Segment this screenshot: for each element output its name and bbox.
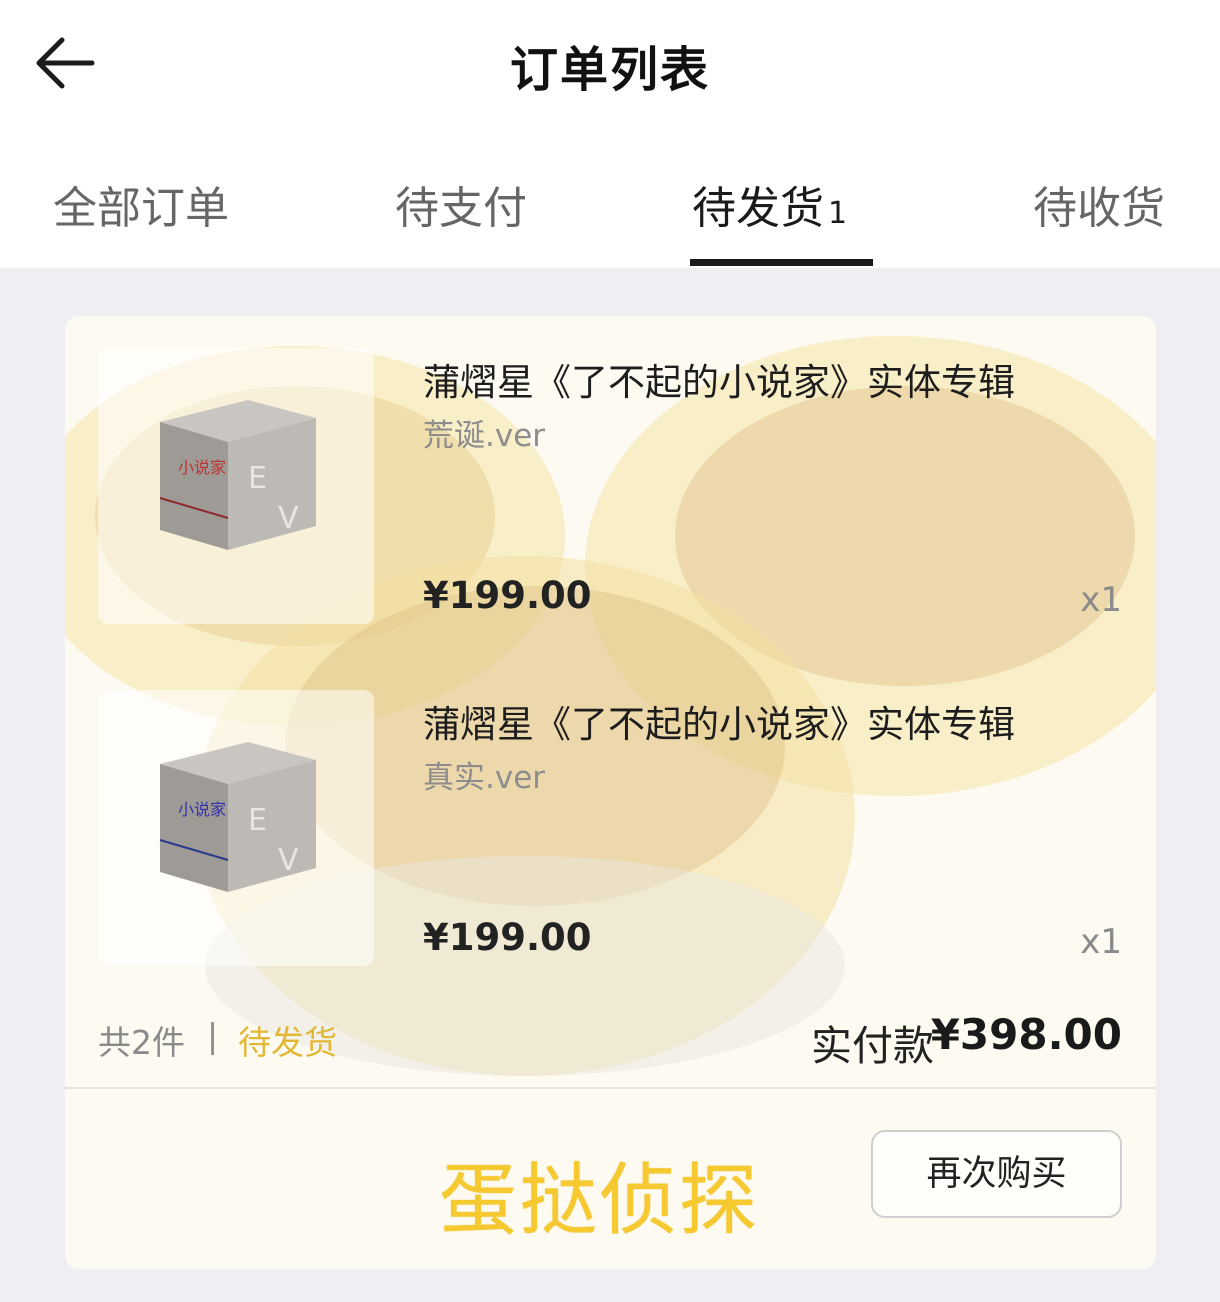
total-label: 实付款 [811,1022,934,1070]
product-variant: 荒诞.ver [423,418,546,454]
order-summary: 共2件 | 待发货 实付款 ¥398.00 [65,1010,1156,1086]
product-name: 蒲熠星《了不起的小说家》实体专辑 [423,361,1015,404]
order-card[interactable]: E V 小说家 蒲熠星《了不起的小说家》实体专辑 荒诞.ver ¥199.00 … [65,316,1156,1269]
card-divider [65,1087,1156,1089]
tab-label: 全部订单 [53,183,229,234]
summary-separator: | [207,1016,219,1055]
active-tab-indicator [690,259,873,266]
tab-label: 待发货 [692,183,824,234]
tab-pending-payment[interactable]: 待支付 [395,172,527,236]
product-price: ¥199.00 [423,574,592,617]
tab-count-badge: 1 [828,196,848,231]
total-amount: ¥398.00 [930,1010,1122,1059]
page-title: 订单列表 [509,42,710,98]
tab-pending-receipt[interactable]: 待收货 [1033,172,1165,236]
svg-text:E: E [248,803,267,838]
album-thumbnail: E V 小说家 [98,690,374,966]
product-price: ¥199.00 [423,916,592,959]
tab-label: 待收货 [1033,183,1165,234]
order-status: 待发货 [238,1023,337,1062]
product-quantity: x1 [1080,580,1122,620]
brand-watermark-text: 蛋挞侦探 [439,1156,760,1246]
tab-label: 待支付 [395,183,527,234]
order-item[interactable]: E V 小说家 蒲熠星《了不起的小说家》实体专辑 荒诞.ver ¥199.00 … [65,316,1156,624]
product-variant: 真实.ver [423,760,546,796]
tab-all-orders[interactable]: 全部订单 [53,172,229,236]
product-name: 蒲熠星《了不起的小说家》实体专辑 [423,703,1015,746]
tab-pending-shipment[interactable]: 待发货 1 [692,172,847,236]
item-count: 共2件 [98,1023,185,1062]
svg-text:V: V [278,501,299,536]
album-thumbnail: E V 小说家 [98,348,374,624]
product-quantity: x1 [1080,922,1122,962]
svg-text:小说家: 小说家 [178,800,226,819]
order-item[interactable]: E V 小说家 蒲熠星《了不起的小说家》实体专辑 真实.ver ¥199.00 … [65,658,1156,966]
svg-text:E: E [248,461,267,496]
svg-text:V: V [278,843,299,878]
order-tabs: 全部订单 待支付 待发货 1 待收货 [0,150,1220,268]
svg-text:小说家: 小说家 [178,458,226,477]
album-box-image: E V 小说家 [159,742,316,892]
buy-again-button[interactable]: 再次购买 [871,1130,1122,1218]
album-box-image: E V 小说家 [159,400,316,550]
app-header: 订单列表 全部订单 待支付 待发货 1 待收货 [0,0,1220,268]
